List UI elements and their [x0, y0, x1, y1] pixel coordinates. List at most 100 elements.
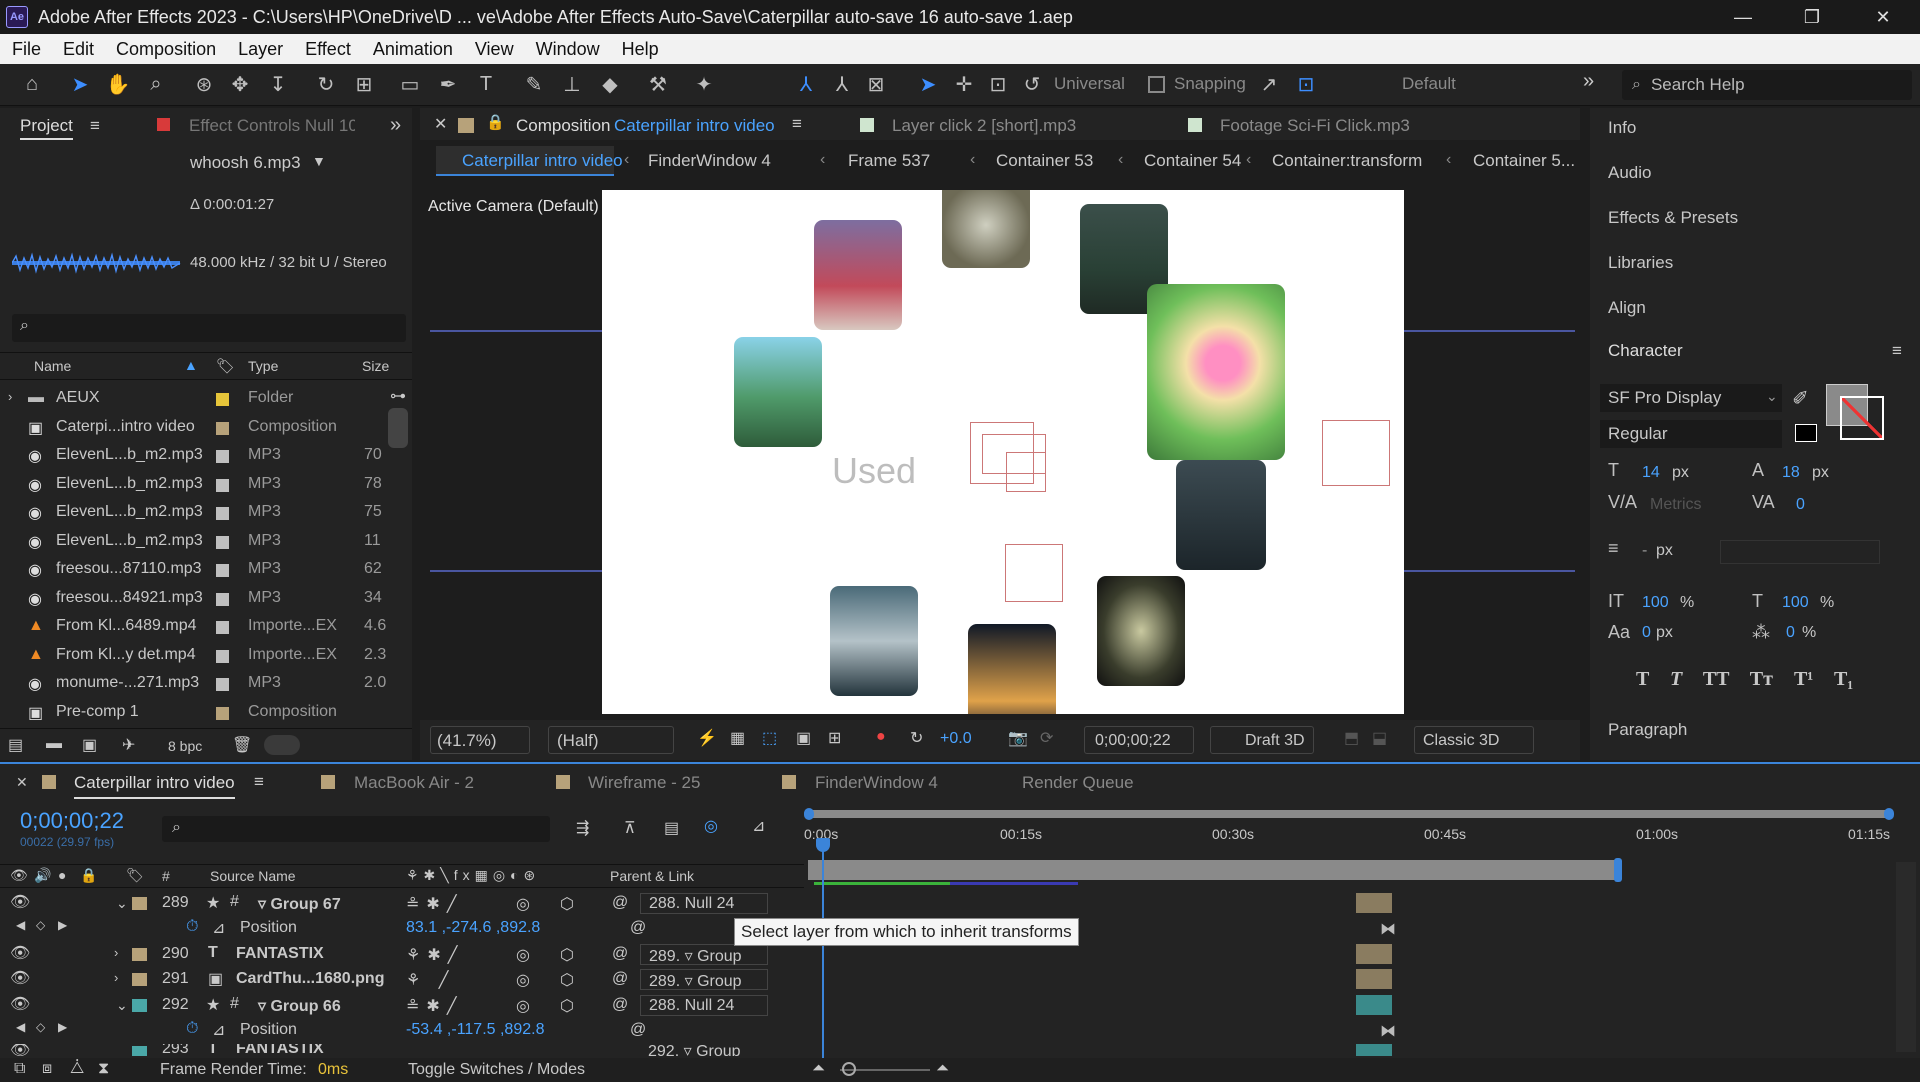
- reset-exposure-icon[interactable]: ↻: [910, 728, 923, 748]
- project-tab[interactable]: Project: [20, 116, 73, 140]
- project-menu-icon[interactable]: ≡: [90, 116, 100, 136]
- menu-effect[interactable]: Effect: [294, 39, 362, 60]
- graph-icon[interactable]: ⊿: [212, 1020, 225, 1040]
- breadcrumb-item[interactable]: Frame 537: [848, 151, 930, 171]
- kerning-value[interactable]: Metrics: [1650, 496, 1702, 514]
- menu-animation[interactable]: Animation: [362, 39, 464, 60]
- layer-row[interactable]: 👁 ⌄ 289 ★ # ▿ Group 67 ≗✱╱ ◎ ⬡ @ 288. Nu…: [0, 891, 1920, 916]
- type-column-header[interactable]: Type: [248, 358, 278, 374]
- graph-icon[interactable]: ⊿: [212, 918, 225, 938]
- grid-guides-icon[interactable]: ⊞: [828, 728, 841, 748]
- render-time-icon[interactable]: ⧗: [98, 1060, 109, 1078]
- mask-visibility-icon[interactable]: ⬚: [762, 728, 777, 748]
- layer-row[interactable]: 👁 ⌄ 292 ★ # ▿ Group 66 ≗✱╱ ◎ ⬡ @ 288. Nu…: [0, 993, 1920, 1018]
- world-axis-icon[interactable]: ⅄: [828, 70, 856, 98]
- maximize-button[interactable]: ❐: [1781, 0, 1843, 34]
- project-scrollbar[interactable]: [388, 408, 408, 448]
- breadcrumb-item[interactable]: Container:transform: [1272, 151, 1422, 171]
- layer-cube-icon[interactable]: ⬡: [560, 996, 574, 1016]
- project-item-label-color[interactable]: [216, 478, 229, 492]
- project-item-label-color[interactable]: [216, 507, 229, 520]
- project-item[interactable]: › ▬ AEUX Folder: [0, 385, 390, 413]
- new-composition-icon[interactable]: ▣: [82, 735, 97, 755]
- source-name-header[interactable]: Source Name: [210, 868, 296, 884]
- show-snapshot-icon[interactable]: ⟳: [1040, 728, 1053, 748]
- stopwatch-icon[interactable]: ⏱: [186, 1020, 198, 1038]
- channel-icon[interactable]: ●: [876, 728, 886, 746]
- parent-dropdown[interactable]: 292. ▿ Group: [640, 1044, 749, 1056]
- default-colors-icon[interactable]: [1795, 424, 1817, 442]
- expand-layer-icon[interactable]: ›: [114, 970, 118, 985]
- stroke-color-swatch[interactable]: [1840, 396, 1884, 440]
- effects-presets-panel-header[interactable]: Effects & Presets: [1608, 208, 1738, 228]
- align-panel-header[interactable]: Align: [1608, 298, 1646, 318]
- collapse-layer-icon[interactable]: ⌄: [116, 997, 128, 1014]
- project-item-label-color[interactable]: [216, 535, 229, 549]
- character-menu-icon[interactable]: ≡: [1892, 341, 1902, 361]
- close-button[interactable]: ✕: [1852, 0, 1914, 34]
- 3d-ground-plane-icon[interactable]: ⬒: [1344, 728, 1359, 748]
- render-icon[interactable]: ✈: [122, 735, 135, 755]
- project-item-label-color[interactable]: [216, 421, 229, 435]
- in-out-toggle-icon[interactable]: ⧊: [70, 1060, 84, 1078]
- menu-composition[interactable]: Composition: [105, 39, 227, 60]
- layer-switches[interactable]: ≗✱╱: [406, 894, 463, 914]
- font-family-dropdown[interactable]: SF Pro Display: [1600, 384, 1782, 412]
- collapse-layer-icon[interactable]: ⌄: [116, 895, 128, 912]
- layer-label-color[interactable]: [132, 1046, 147, 1056]
- rotate-tool-icon[interactable]: ↻: [312, 70, 340, 98]
- clone-stamp-tool-icon[interactable]: ⊥: [558, 70, 586, 98]
- pan-tool-icon[interactable]: ✥: [226, 70, 254, 98]
- baseline-shift-value[interactable]: 0: [1642, 624, 1651, 642]
- snapping-checkbox[interactable]: [1148, 76, 1165, 93]
- effect-controls-tab[interactable]: Effect Controls Null 10: [189, 116, 355, 136]
- character-panel-header[interactable]: Character: [1608, 341, 1683, 361]
- snapshot-icon[interactable]: 📷: [1008, 728, 1028, 748]
- project-item-label-color[interactable]: [216, 592, 229, 606]
- composition-tab-name[interactable]: Caterpillar intro video: [614, 116, 775, 136]
- pickwhip-icon[interactable]: @: [612, 970, 628, 988]
- position-value[interactable]: 83.1 ,-274.6 ,892.8: [406, 919, 540, 937]
- resolution-dropdown[interactable]: (Half): [548, 726, 674, 754]
- layer-3d-icon[interactable]: ◎: [516, 970, 530, 990]
- layer-3d-icon[interactable]: ◎: [516, 996, 530, 1016]
- 3d-move-icon[interactable]: ✛: [950, 70, 978, 98]
- project-item[interactable]: ◉ ElevenL...b_m2.mp3 MP3 70: [0, 442, 390, 470]
- pickwhip-icon[interactable]: @: [612, 945, 628, 963]
- project-item[interactable]: ◉ ElevenL...b_m2.mp3 MP3 78: [0, 471, 390, 499]
- layer-label-color[interactable]: [132, 897, 147, 910]
- work-area-navigator[interactable]: [804, 810, 1892, 818]
- composition-canvas[interactable]: Used: [602, 190, 1404, 714]
- view-axis-icon[interactable]: ⊠: [862, 70, 890, 98]
- draft-3d-timeline-icon[interactable]: ⊼: [624, 818, 636, 838]
- video-toggle-icon[interactable]: 👁: [10, 867, 28, 884]
- more-workspaces-icon[interactable]: »: [1583, 70, 1594, 93]
- project-item-label-color[interactable]: [216, 649, 229, 663]
- video-visible-icon[interactable]: 👁: [10, 943, 30, 963]
- layer-switches[interactable]: ⚘ ╱: [406, 970, 455, 990]
- pen-tool-icon[interactable]: ✒: [434, 70, 462, 98]
- parent-dropdown[interactable]: 289. ▿ Group: [640, 944, 768, 965]
- fast-preview-icon[interactable]: ⚡: [697, 728, 717, 748]
- timeline-menu-icon[interactable]: ≡: [254, 772, 264, 792]
- project-item[interactable]: ▣ Caterpi...intro video Composition: [0, 414, 390, 442]
- toggle-switches-modes[interactable]: Toggle Switches / Modes: [408, 1061, 585, 1079]
- universal-label[interactable]: Universal: [1054, 74, 1125, 94]
- 3d-selection-icon[interactable]: ➤: [914, 70, 942, 98]
- horizontal-scale-value[interactable]: 100: [1782, 594, 1809, 612]
- breadcrumb-item[interactable]: Container 5...: [1473, 151, 1575, 171]
- breadcrumb-item[interactable]: Container 53: [996, 151, 1093, 171]
- next-keyframe-icon[interactable]: ▶: [58, 918, 67, 932]
- extended-viewer-icon[interactable]: ⬓: [1372, 728, 1387, 748]
- layer-name[interactable]: CardThu...1680.png: [236, 970, 384, 988]
- workspace-label[interactable]: Default: [1402, 74, 1456, 94]
- layer-cube-icon[interactable]: ⬡: [560, 945, 574, 965]
- bpc-label[interactable]: 8 bpc: [168, 738, 202, 754]
- paragraph-panel-header[interactable]: Paragraph: [1608, 720, 1687, 740]
- vertical-scale-value[interactable]: 100: [1642, 594, 1669, 612]
- 3d-rotate-icon[interactable]: ↺: [1018, 70, 1046, 98]
- zoom-tool-icon[interactable]: ⌕: [142, 70, 170, 98]
- layer-3d-icon[interactable]: ◎: [516, 945, 530, 965]
- expand-folder-icon[interactable]: ›: [8, 389, 12, 404]
- layer-tab[interactable]: Layer click 2 [short].mp3: [892, 116, 1076, 136]
